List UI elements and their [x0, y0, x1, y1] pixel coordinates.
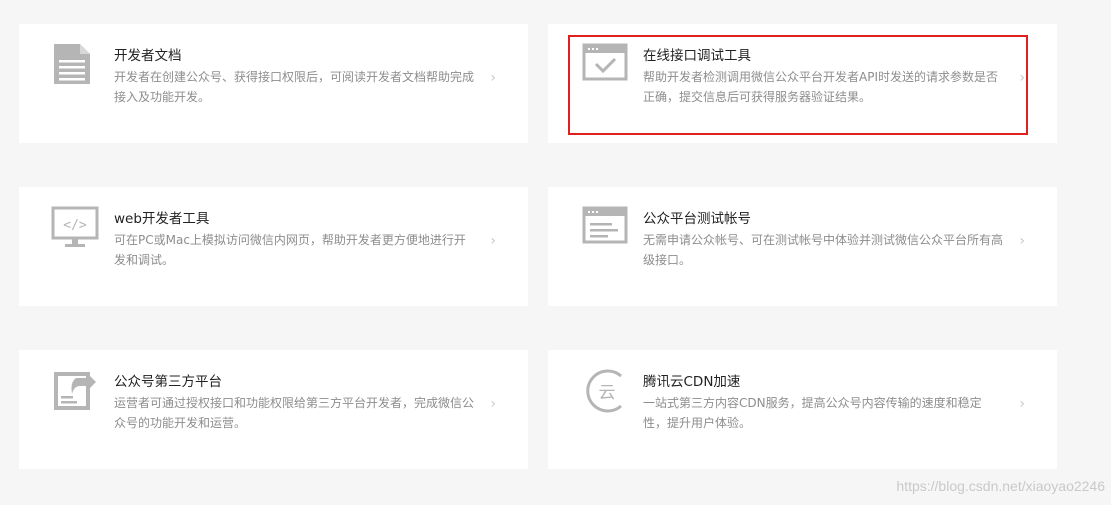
browser-check-icon: [579, 42, 631, 88]
card-developer-docs[interactable]: 开发者文档 开发者在创建公众号、获得接口权限后，可阅读开发者文档帮助完成接入及功…: [19, 24, 528, 143]
chevron-right-icon: ›: [1019, 233, 1025, 249]
card-tencent-cloud-cdn[interactable]: 云 腾讯云CDN加速 一站式第三方内容CDN服务，提高公众号内容传输的速度和稳定…: [548, 350, 1057, 469]
card-title: 公众号第三方平台: [114, 374, 222, 390]
card-title: 腾讯云CDN加速: [643, 374, 741, 390]
chevron-right-icon: ›: [490, 396, 496, 412]
document-icon: [50, 42, 102, 88]
card-description: 可在PC或Mac上模拟访问微信内网页，帮助开发者更方便地进行开发和调试。: [114, 233, 466, 267]
third-party-icon: [50, 368, 102, 414]
monitor-code-icon: </>: [50, 205, 102, 251]
card-online-api-debug-tool[interactable]: 在线接口调试工具 帮助开发者检测调用微信公众平台开发者API时发送的请求参数是否…: [548, 24, 1057, 143]
card-description: 运营者可通过授权接口和功能权限给第三方平台开发者，完成微信公众号的功能开发和运营…: [114, 396, 475, 430]
card-description: 帮助开发者检测调用微信公众平台开发者API时发送的请求参数是否正确，提交信息后可…: [643, 70, 998, 104]
svg-text:</>: </>: [63, 218, 87, 233]
chevron-right-icon: ›: [490, 233, 496, 249]
chevron-right-icon: ›: [1019, 70, 1025, 86]
card-description: 一站式第三方内容CDN服务，提高公众号内容传输的速度和稳定性，提升用户体验。: [643, 396, 982, 430]
chevron-right-icon: ›: [490, 70, 496, 86]
watermark: https://blog.csdn.net/xiaoyao2246: [896, 478, 1105, 494]
card-title: 公众平台测试帐号: [643, 211, 751, 227]
chevron-right-icon: ›: [1019, 396, 1025, 412]
card-title: 开发者文档: [114, 48, 182, 64]
card-description: 开发者在创建公众号、获得接口权限后，可阅读开发者文档帮助完成接入及功能开发。: [114, 70, 475, 104]
card-third-party-platform[interactable]: 公众号第三方平台 运营者可通过授权接口和功能权限给第三方平台开发者，完成微信公众…: [19, 350, 528, 469]
card-title: web开发者工具: [114, 211, 210, 227]
card-title: 在线接口调试工具: [643, 48, 751, 64]
svg-text:云: 云: [599, 383, 616, 403]
card-description: 无需申请公众帐号、可在测试帐号中体验并测试微信公众平台所有高级接口。: [643, 233, 1004, 267]
card-web-developer-tool[interactable]: </> web开发者工具 可在PC或Mac上模拟访问微信内网页，帮助开发者更方便…: [19, 187, 528, 306]
cloud-cdn-icon: 云: [579, 368, 631, 414]
card-test-account[interactable]: 公众平台测试帐号 无需申请公众帐号、可在测试帐号中体验并测试微信公众平台所有高级…: [548, 187, 1057, 306]
browser-test-icon: [579, 205, 631, 251]
